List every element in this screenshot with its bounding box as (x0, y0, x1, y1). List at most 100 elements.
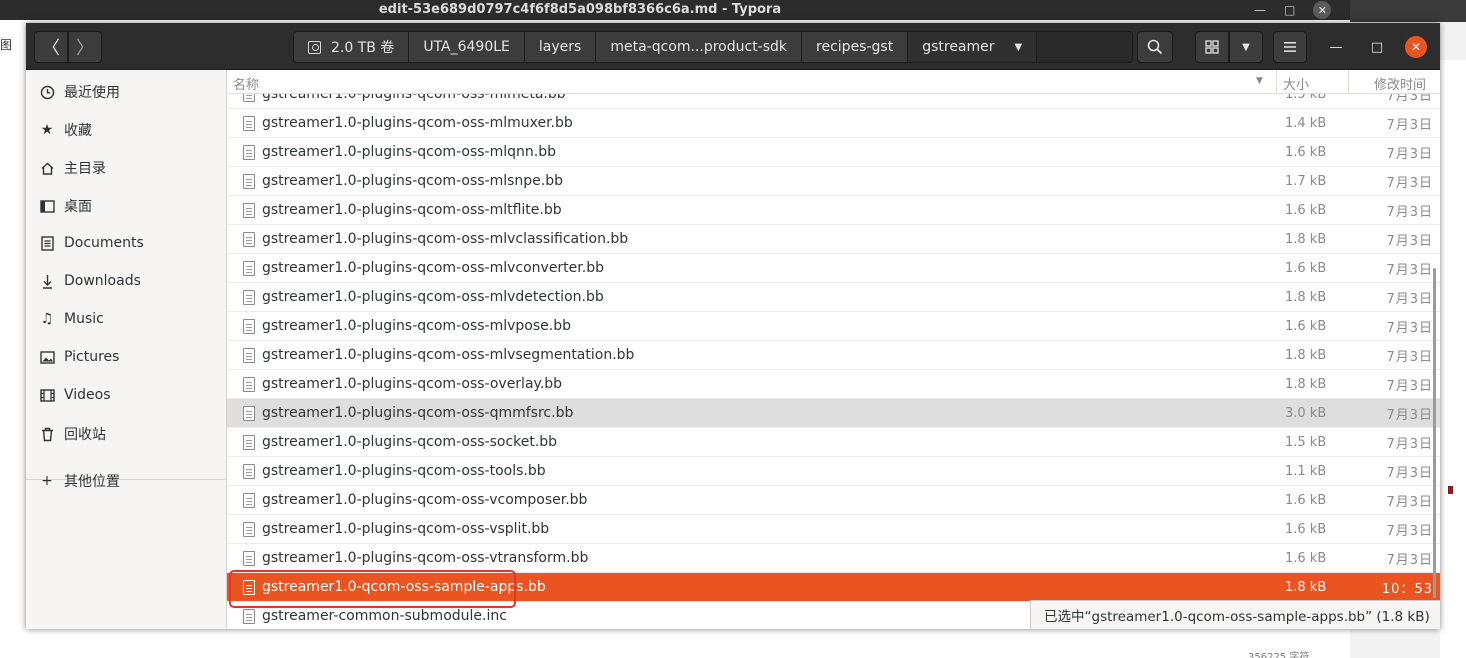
file-row[interactable]: gstreamer1.0-plugins-qcom-oss-mlvpose.bb… (227, 312, 1440, 341)
sidebar-item-documents[interactable]: Documents (26, 225, 226, 261)
maximize-icon[interactable]: □ (1284, 3, 1295, 17)
file-row[interactable]: gstreamer1.0-plugins-qcom-oss-mlvsegment… (227, 341, 1440, 370)
path-crumb[interactable]: UTA_6490LE (409, 32, 525, 62)
hamburger-menu-icon (1284, 42, 1296, 52)
file-size: 1.6 kB (1285, 550, 1327, 566)
text-file-icon (243, 493, 255, 508)
file-row[interactable]: gstreamer1.0-plugins-qcom-oss-overlay.bb… (227, 370, 1440, 399)
close-button[interactable]: ✕ (1405, 36, 1427, 58)
sidebar-item-home[interactable]: 主目录 (26, 150, 226, 186)
file-size: 1.7 kB (1285, 173, 1327, 189)
file-row[interactable]: gstreamer1.0-plugins-qcom-oss-qmmfsrc.bb… (227, 399, 1440, 428)
file-row[interactable]: gstreamer1.0-plugins-qcom-oss-mlsnpe.bb 1… (227, 167, 1440, 196)
home-icon (38, 159, 56, 177)
file-name: gstreamer1.0-plugins-qcom-oss-qmmfsrc.bb (262, 405, 574, 421)
file-name: gstreamer-common-submodule.inc (262, 608, 507, 624)
grid-view-icon (1205, 40, 1219, 54)
column-date-header[interactable]: 修改时间 (1374, 74, 1426, 93)
maximize-button[interactable]: □ (1365, 35, 1389, 59)
path-bar: 2.0 TB 卷 UTA_6490LE layers meta-qcom...p… (293, 31, 1133, 63)
file-modified: 7月3日 (1386, 465, 1433, 481)
minimize-icon[interactable]: — (1254, 3, 1266, 17)
file-name: gstreamer1.0-plugins-qcom-oss-overlay.bb (262, 376, 563, 392)
file-modified: 7月3日 (1386, 494, 1433, 510)
search-button[interactable] (1137, 31, 1173, 63)
path-crumb[interactable]: layers (524, 32, 597, 62)
file-row[interactable]: gstreamer1.0-plugins-qcom-oss-mlmuxer.bb… (227, 109, 1440, 138)
typora-title-bar: edit-53e689d0797c4f6f8d5a098bf8366c6a.md… (0, 0, 1350, 20)
file-row[interactable]: gstreamer1.0-plugins-qcom-oss-mlvdetecti… (227, 283, 1440, 312)
file-modified: 7月3日 (1386, 436, 1433, 452)
text-file-icon (243, 551, 255, 566)
column-divider (1276, 70, 1277, 94)
typora-sidebar-glyph: 图 (0, 38, 13, 52)
file-modified: 7月3日 (1386, 349, 1433, 365)
file-name: gstreamer1.0-plugins-qcom-oss-vcomposer.… (262, 492, 588, 508)
sidebar-item-trash[interactable]: 回收站 (26, 416, 226, 452)
file-row[interactable]: gstreamer1.0-plugins-qcom-oss-vcomposer.… (227, 486, 1440, 515)
file-row[interactable]: gstreamer1.0-plugins-qcom-oss-mlvconvert… (227, 254, 1440, 283)
chevron-right-icon: 〉 (76, 38, 94, 59)
music-icon: ♫ (40, 311, 54, 327)
star-icon: ★ (40, 122, 54, 138)
file-size: 1.6 kB (1285, 260, 1327, 276)
text-file-icon (243, 406, 255, 421)
file-name: gstreamer1.0-plugins-qcom-oss-mlvconvert… (262, 260, 604, 276)
vertical-scrollbar[interactable] (1433, 268, 1436, 598)
text-file-icon (243, 203, 255, 218)
text-file-icon (243, 319, 255, 334)
sidebar-item-starred[interactable]: ★ 收藏 (26, 112, 226, 148)
column-size-header[interactable]: 大小 (1283, 74, 1309, 93)
file-row[interactable]: gstreamer1.0-plugins-qcom-oss-mlqnn.bb 1.… (227, 138, 1440, 167)
path-crumb[interactable]: recipes-gst (802, 32, 909, 62)
selection-status: 已选中“gstreamer1.0-qcom-oss-sample-apps.bb… (1030, 600, 1440, 629)
trash-icon (38, 425, 56, 443)
close-icon[interactable]: ✕ (1313, 1, 1332, 19)
main-menu-button[interactable] (1273, 31, 1307, 63)
minimize-icon: — (1329, 39, 1343, 55)
file-name: gstreamer1.0-plugins-qcom-oss-vtransform… (262, 550, 589, 566)
minimize-button[interactable]: — (1324, 35, 1348, 59)
annotation-highlight (229, 570, 516, 608)
file-size: 1.8 kB (1285, 376, 1327, 392)
view-options-button[interactable]: ▼ (1229, 31, 1263, 63)
file-modified: 7月3日 (1386, 262, 1433, 278)
file-size: 1.4 kB (1285, 115, 1327, 131)
path-crumb-volume[interactable]: 2.0 TB 卷 (294, 32, 410, 62)
close-icon: ✕ (1410, 40, 1422, 54)
download-icon (38, 272, 56, 290)
file-row[interactable]: gstreamer1.0-plugins-qcom-oss-mltflite.b… (227, 196, 1440, 225)
file-manager-window: 〈 〉 2.0 TB 卷 UTA_6490LE layers meta-qcom… (26, 23, 1440, 629)
sidebar-item-recent[interactable]: 最近使用 (26, 74, 226, 110)
forward-button[interactable]: 〉 (68, 31, 102, 63)
sidebar-item-other-locations[interactable]: + 其他位置 (26, 463, 226, 499)
sidebar-item-music[interactable]: ♫ Music (26, 301, 226, 337)
back-button[interactable]: 〈 (34, 31, 68, 63)
typora-word-count: 356225 字符 (1248, 652, 1310, 658)
clock-icon (38, 83, 56, 101)
file-row[interactable]: gstreamer1.0-plugins-qcom-oss-socket.bb 1… (227, 428, 1440, 457)
file-modified: 7月3日 (1386, 378, 1433, 394)
column-name-header[interactable]: 名称 (233, 74, 259, 93)
text-file-icon (243, 609, 255, 624)
text-file-icon (243, 377, 255, 392)
file-size: 1.8 kB (1285, 347, 1327, 363)
path-crumb[interactable]: meta-qcom...product-sdk (596, 32, 803, 62)
file-modified: 7月3日 (1386, 320, 1433, 336)
file-row[interactable]: gstreamer1.0-plugins-qcom-oss-vsplit.bb 1… (227, 515, 1440, 544)
file-size: 1.8 kB (1285, 579, 1327, 595)
picture-icon (38, 348, 56, 366)
sidebar-item-downloads[interactable]: Downloads (26, 263, 226, 299)
path-crumb-current[interactable]: gstreamer ▼ (908, 32, 1038, 62)
chevron-down-icon: ▼ (1014, 41, 1023, 53)
file-row[interactable]: gstreamer1.0-plugins-qcom-oss-tools.bb 1.… (227, 457, 1440, 486)
sidebar-item-pictures[interactable]: Pictures (26, 339, 226, 375)
text-file-icon (243, 232, 255, 247)
sidebar-item-videos[interactable]: Videos (26, 377, 226, 413)
chevron-down-icon: ▼ (1242, 41, 1250, 53)
sidebar-item-desktop[interactable]: 桌面 (26, 188, 226, 224)
grid-view-button[interactable] (1195, 31, 1229, 63)
typora-window-controls: — □ ✕ (1254, 0, 1332, 20)
file-row[interactable]: gstreamer1.0-plugins-qcom-oss-mlvclassif… (227, 225, 1440, 254)
file-row[interactable]: gstreamer1.0-plugins-qcom-oss-vtransform… (227, 544, 1440, 573)
